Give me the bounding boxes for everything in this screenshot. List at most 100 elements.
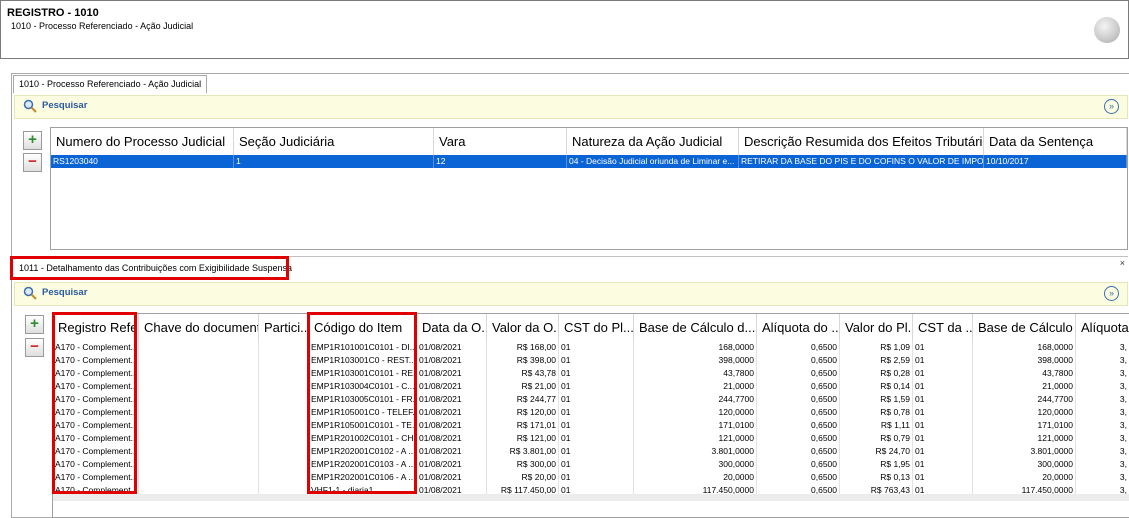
- cell: 01/08/2021: [417, 367, 487, 380]
- magnifier-icon: [23, 286, 37, 300]
- cell: 01/08/2021: [417, 380, 487, 393]
- cell: R$ 1,59: [840, 393, 913, 406]
- cell: 300,0000: [973, 458, 1076, 471]
- cell: 0,6500: [757, 445, 840, 458]
- cell: 168,0000: [634, 341, 757, 354]
- remove-detail-button[interactable]: −: [25, 338, 44, 357]
- cell: 3,: [1076, 471, 1129, 484]
- cell: 04 - Decisão Judicial oriunda de Liminar…: [567, 155, 739, 168]
- cell: 01: [913, 458, 973, 471]
- column-header[interactable]: Seção Judiciária: [234, 128, 434, 155]
- cell: R$ 0,79: [840, 432, 913, 445]
- cell: 120,0000: [634, 406, 757, 419]
- window-header: REGISTRO - 1010 1010 - Processo Referenc…: [0, 0, 1129, 59]
- window-subtitle: 1010 - Processo Referenciado - Ação Judi…: [11, 21, 194, 31]
- cell: 01: [913, 406, 973, 419]
- cell: 01: [559, 354, 634, 367]
- column-header[interactable]: Base de Cálculo ...: [973, 314, 1076, 341]
- cell: 0,6500: [757, 367, 840, 380]
- remove-process-button[interactable]: −: [23, 153, 42, 172]
- cell: 300,0000: [634, 458, 757, 471]
- cell: 20,0000: [973, 471, 1076, 484]
- cell: 01: [559, 458, 634, 471]
- column-header[interactable]: Numero do Processo Judicial: [51, 128, 234, 155]
- column-header[interactable]: Valor da O...: [487, 314, 559, 341]
- cell: 01/08/2021: [417, 445, 487, 458]
- cell: 21,0000: [973, 380, 1076, 393]
- cell: [259, 458, 309, 471]
- cell: R$ 43,78: [487, 367, 559, 380]
- highlight-box: [52, 312, 137, 494]
- cell: 3,: [1076, 367, 1129, 380]
- cell: 0,6500: [757, 354, 840, 367]
- cell: [139, 445, 259, 458]
- cell: R$ 0,28: [840, 367, 913, 380]
- cell: 1: [234, 155, 434, 168]
- cell: 01: [913, 341, 973, 354]
- column-header[interactable]: Alíquota: [1076, 314, 1129, 341]
- cell: 398,0000: [973, 354, 1076, 367]
- cell: [259, 445, 309, 458]
- search-bar-1011[interactable]: Pesquisar »: [14, 282, 1128, 306]
- cell: 21,0000: [634, 380, 757, 393]
- cell: 398,0000: [634, 354, 757, 367]
- cell: R$ 244,77: [487, 393, 559, 406]
- column-header[interactable]: Data da O...: [417, 314, 487, 341]
- close-icon[interactable]: ×: [1120, 258, 1125, 268]
- cell: 20,0000: [634, 471, 757, 484]
- tab-1010[interactable]: 1010 - Processo Referenciado - Ação Judi…: [13, 75, 208, 93]
- cell: [259, 367, 309, 380]
- column-header[interactable]: Base de Cálculo d...: [634, 314, 757, 341]
- cell: 244,7700: [634, 393, 757, 406]
- cell: 0,6500: [757, 341, 840, 354]
- cell: R$ 2,59: [840, 354, 913, 367]
- cell: 0,6500: [757, 393, 840, 406]
- cell: 171,0100: [973, 419, 1076, 432]
- cell: 01: [559, 393, 634, 406]
- search-label: Pesquisar: [42, 100, 88, 111]
- cell: R$ 20,00: [487, 471, 559, 484]
- cell: 3,: [1076, 354, 1129, 367]
- cell: 3,: [1076, 419, 1129, 432]
- column-header[interactable]: Natureza da Ação Judicial: [567, 128, 739, 155]
- cell: 168,0000: [973, 341, 1076, 354]
- column-header[interactable]: Vara: [434, 128, 567, 155]
- process-grid: Numero do Processo Judicial Seção Judici…: [50, 127, 1128, 250]
- cell: 43,7800: [973, 367, 1076, 380]
- cell: 3,: [1076, 380, 1129, 393]
- cell: R$ 398,00: [487, 354, 559, 367]
- cell: 01: [913, 380, 973, 393]
- cell: [139, 393, 259, 406]
- column-header[interactable]: Alíquota do ...: [757, 314, 840, 341]
- cell: R$ 120,00: [487, 406, 559, 419]
- cell: RS1203040: [51, 155, 234, 168]
- cell: 01: [913, 445, 973, 458]
- search-label: Pesquisar: [42, 287, 88, 298]
- cell: [259, 354, 309, 367]
- column-header[interactable]: Chave do document...: [139, 314, 259, 341]
- cell: R$ 300,00: [487, 458, 559, 471]
- cell: R$ 24,70: [840, 445, 913, 458]
- column-header[interactable]: CST do Pl...: [559, 314, 634, 341]
- column-header[interactable]: Partici...: [259, 314, 309, 341]
- cell: R$ 0,78: [840, 406, 913, 419]
- search-bar-1010[interactable]: Pesquisar »: [14, 95, 1128, 119]
- column-header[interactable]: Valor do Pl...: [840, 314, 913, 341]
- double-chevron-down-icon[interactable]: »: [1104, 286, 1119, 301]
- cell: 0,6500: [757, 419, 840, 432]
- cell: 01/08/2021: [417, 393, 487, 406]
- add-detail-button[interactable]: +: [25, 315, 44, 334]
- double-chevron-down-icon[interactable]: »: [1104, 99, 1119, 114]
- highlight-box: [10, 256, 289, 280]
- column-header[interactable]: CST da ...: [913, 314, 973, 341]
- cell: 01/08/2021: [417, 471, 487, 484]
- cell: 01/08/2021: [417, 458, 487, 471]
- cell: 12: [434, 155, 567, 168]
- cell: 01/08/2021: [417, 432, 487, 445]
- horizontal-scrollbar[interactable]: [53, 494, 1129, 501]
- column-header[interactable]: Data da Sentença: [984, 128, 1127, 155]
- cell: 3,: [1076, 432, 1129, 445]
- add-process-button[interactable]: +: [23, 131, 42, 150]
- cell: R$ 0,13: [840, 471, 913, 484]
- column-header[interactable]: Descrição Resumida dos Efeitos Tributári…: [739, 128, 984, 155]
